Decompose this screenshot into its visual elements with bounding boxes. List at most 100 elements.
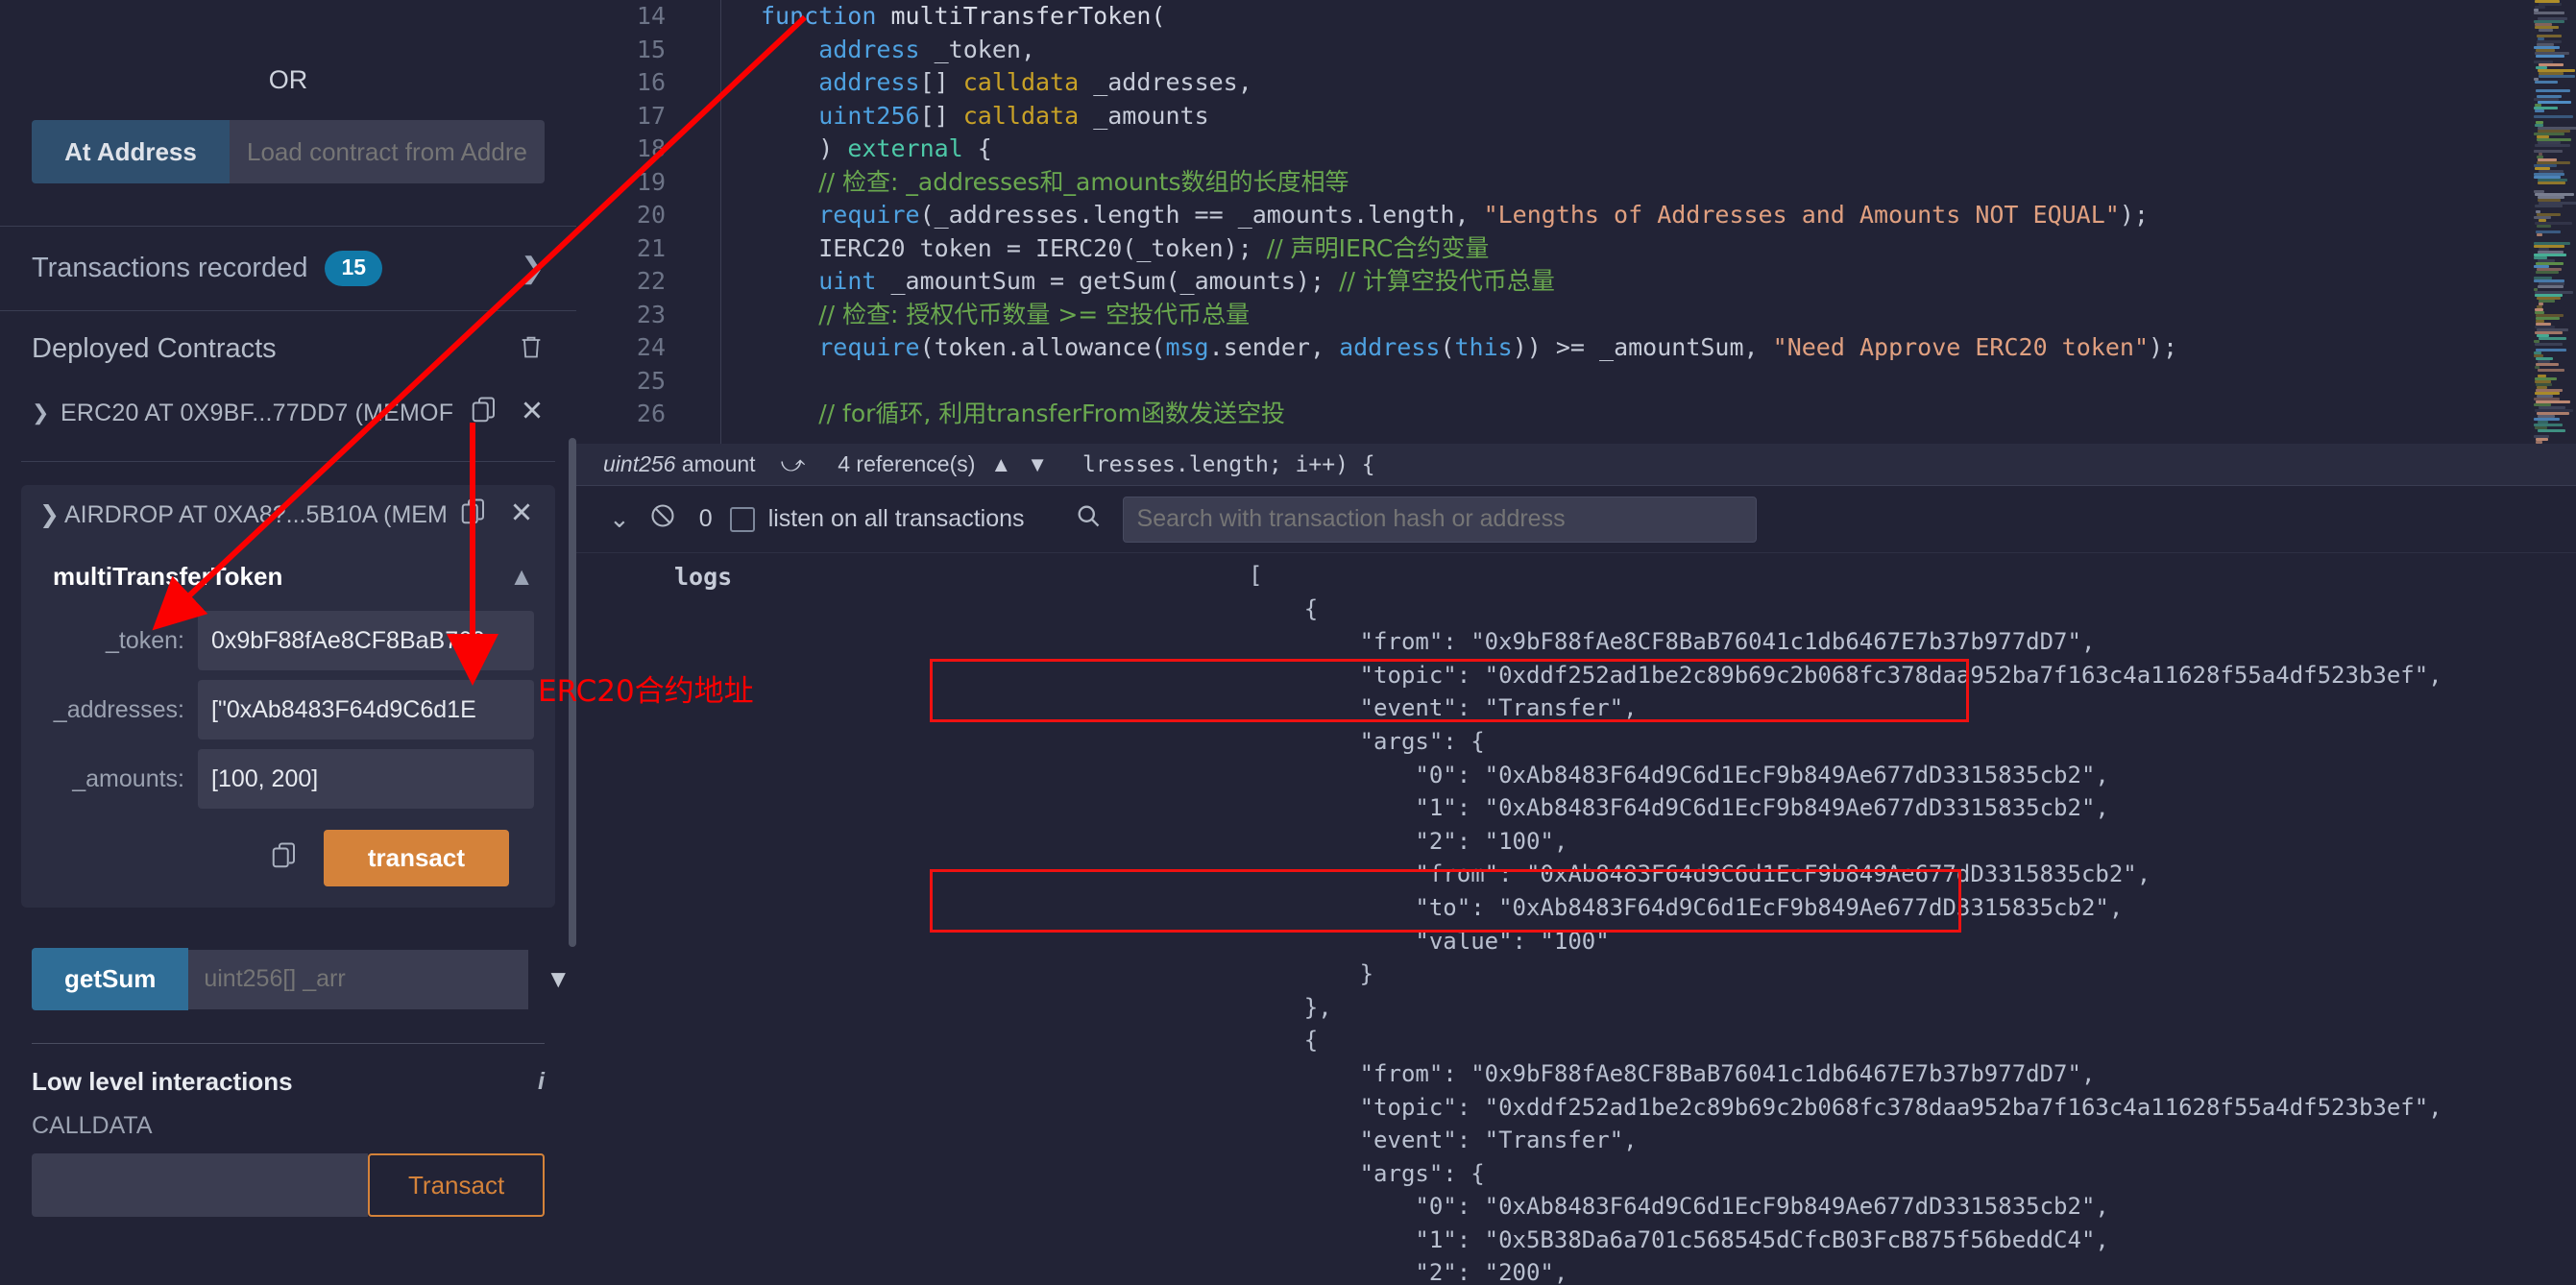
- peek-signature: uint256 amount: [576, 451, 756, 477]
- minimap-line: [2535, 343, 2563, 346]
- code-line[interactable]: [761, 365, 2576, 399]
- code-line[interactable]: function multiTransferToken(: [761, 0, 2576, 34]
- transaction-logs-json: [ { "from": "0x9bF88fAe8CF8BaB76041c1db6…: [1249, 562, 2442, 1285]
- transactions-recorded-count-badge: 15: [325, 251, 383, 286]
- line-number: 26: [636, 400, 666, 427]
- minimap-line: [2536, 55, 2564, 58]
- close-icon[interactable]: [520, 398, 545, 429]
- minimap-line: [2537, 225, 2551, 228]
- calldata-row: Transact: [32, 1153, 546, 1217]
- code-line[interactable]: IERC20 token = IERC20(_token); // 声明IERC…: [761, 232, 2576, 266]
- code-line[interactable]: // 检查: 授权代币数量 >= 空投代币总量: [761, 299, 2576, 332]
- minimap-line: [2539, 29, 2553, 32]
- copy-icon[interactable]: [470, 395, 498, 432]
- deployed-contracts-header: Deployed Contracts: [0, 311, 576, 386]
- code-line[interactable]: uint256[] calldata _amounts: [761, 100, 2576, 133]
- contract-interaction-sidebar: OR At Address Transactions recorded 15 ❯…: [0, 0, 576, 1285]
- minimap-line: [2537, 233, 2542, 236]
- code-line[interactable]: // 检查: _addresses和_amounts数组的长度相等: [761, 166, 2576, 200]
- code-line[interactable]: ) external {: [761, 133, 2576, 166]
- function-name-label: multiTransferToken: [53, 562, 283, 591]
- line-number: 19: [636, 167, 666, 196]
- peek-tail-code: lresses.length; i++) {: [1081, 451, 1375, 477]
- editor-minimap[interactable]: [2531, 0, 2576, 485]
- minimap-line: [2538, 101, 2571, 104]
- chevron-up-icon[interactable]: ▲: [975, 452, 1011, 477]
- copy-calldata-icon[interactable]: [270, 840, 299, 876]
- minimap-line: [2535, 144, 2570, 147]
- param-input-token[interactable]: [198, 611, 534, 670]
- code-editor[interactable]: 14 15 16 17 18 19 20 21 22 23 24 25 26 function mult…: [576, 0, 2576, 485]
- collapse-all-icon[interactable]: ⌄: [599, 504, 640, 534]
- minimap-line: [2536, 89, 2570, 92]
- param-label-token: _token:: [105, 626, 184, 654]
- low-level-transact-button[interactable]: Transact: [368, 1153, 546, 1217]
- code-line[interactable]: // for循环, 利用transferFrom函数发送空投: [761, 398, 2576, 431]
- param-input-addresses[interactable]: [198, 680, 534, 739]
- at-address-button[interactable]: At Address: [32, 120, 230, 183]
- param-row-token: _token:: [21, 611, 534, 670]
- chevron-up-icon[interactable]: ▲: [509, 562, 534, 592]
- code-content[interactable]: function multiTransferToken( address _to…: [761, 0, 2576, 431]
- peek-signature-type: uint256: [603, 451, 676, 476]
- minimap-line: [2538, 182, 2565, 184]
- deployed-contract-row-airdrop[interactable]: ❯ AIRDROP AT 0XA8?...5B10A (MEM: [21, 485, 555, 545]
- function-panel-title-row: multiTransferToken ▲: [21, 545, 555, 601]
- code-line[interactable]: require(token.allowance(msg.sender, addr…: [761, 331, 2576, 365]
- transactions-recorded-row[interactable]: Transactions recorded 15 ❯: [0, 227, 576, 310]
- param-input-amounts[interactable]: [198, 749, 534, 809]
- transaction-search-input[interactable]: [1122, 496, 1757, 543]
- line-number: 25: [636, 366, 666, 395]
- code-line[interactable]: uint _amountSum = getSum(_amounts); // 计…: [761, 265, 2576, 299]
- trash-icon[interactable]: [518, 332, 545, 366]
- param-row-amounts: _amounts:: [21, 749, 534, 809]
- param-label-amounts: _amounts:: [72, 764, 184, 792]
- minimap-line: [2536, 271, 2559, 274]
- chevron-down-icon[interactable]: ▼: [1011, 452, 1048, 477]
- chevron-right-icon[interactable]: ❯: [521, 252, 545, 285]
- code-line[interactable]: address _token,: [761, 34, 2576, 67]
- sidebar-scrollbar-track[interactable]: [569, 0, 576, 1285]
- getsum-row: getSum ▼: [32, 948, 571, 1010]
- low-level-interactions-title: Low level interactions: [32, 1067, 293, 1096]
- or-divider-label: OR: [268, 65, 308, 94]
- go-to-reference-icon[interactable]: ⤻: [756, 451, 806, 478]
- transact-button[interactable]: transact: [323, 830, 509, 886]
- getsum-input[interactable]: [188, 949, 529, 1009]
- getsum-button[interactable]: getSum: [32, 948, 189, 1010]
- low-level-interactions-header: Low level interactions i: [0, 1044, 576, 1097]
- line-number: 20: [636, 201, 666, 229]
- code-line[interactable]: require(_addresses.length == _amounts.le…: [761, 199, 2576, 232]
- listen-on-all-transactions-checkbox[interactable]: [729, 506, 755, 532]
- param-row-addresses: _addresses:: [21, 680, 534, 739]
- minimap-line: [2534, 12, 2564, 14]
- info-icon[interactable]: i: [538, 1068, 545, 1096]
- close-icon[interactable]: [509, 499, 534, 531]
- deployed-contract-row-erc20[interactable]: ❯ ERC20 AT 0X9BF...77DD7 (MEMOF: [0, 386, 576, 440]
- minimap-line: [2538, 285, 2564, 288]
- pending-transactions-count: 0: [698, 505, 713, 532]
- calldata-input[interactable]: [32, 1153, 368, 1217]
- line-number: 22: [636, 267, 666, 295]
- terminal-toolbar: ⌄ 0 listen on all transactions: [576, 486, 2576, 553]
- minimap-line: [2535, 109, 2544, 112]
- line-number: 14: [636, 2, 666, 30]
- indent-guide: [720, 0, 721, 485]
- editor-peek-reference-bar: uint256 amount ⤻ 4 reference(s) ▲ ▼ lres…: [576, 444, 2576, 485]
- minimap-line: [2535, 205, 2563, 207]
- chevron-down-icon[interactable]: ▼: [528, 964, 571, 994]
- listen-on-all-transactions-label: listen on all transactions: [767, 505, 1025, 532]
- line-number: 24: [636, 333, 666, 361]
- line-number: 16: [636, 68, 666, 96]
- function-actions-row: transact: [21, 830, 509, 886]
- minimap-line: [2535, 81, 2558, 84]
- chevron-down-icon[interactable]: ❯: [32, 500, 64, 529]
- copy-icon[interactable]: [459, 497, 488, 534]
- code-line[interactable]: address[] calldata _addresses,: [761, 66, 2576, 100]
- divider: [21, 461, 555, 462]
- chevron-right-icon[interactable]: ❯: [32, 400, 61, 425]
- peek-signature-name: amount: [681, 451, 756, 476]
- clear-console-icon[interactable]: [640, 502, 686, 536]
- annotation-erc20-address-note: ERC20合约地址: [538, 674, 754, 709]
- load-contract-address-input[interactable]: [230, 120, 545, 183]
